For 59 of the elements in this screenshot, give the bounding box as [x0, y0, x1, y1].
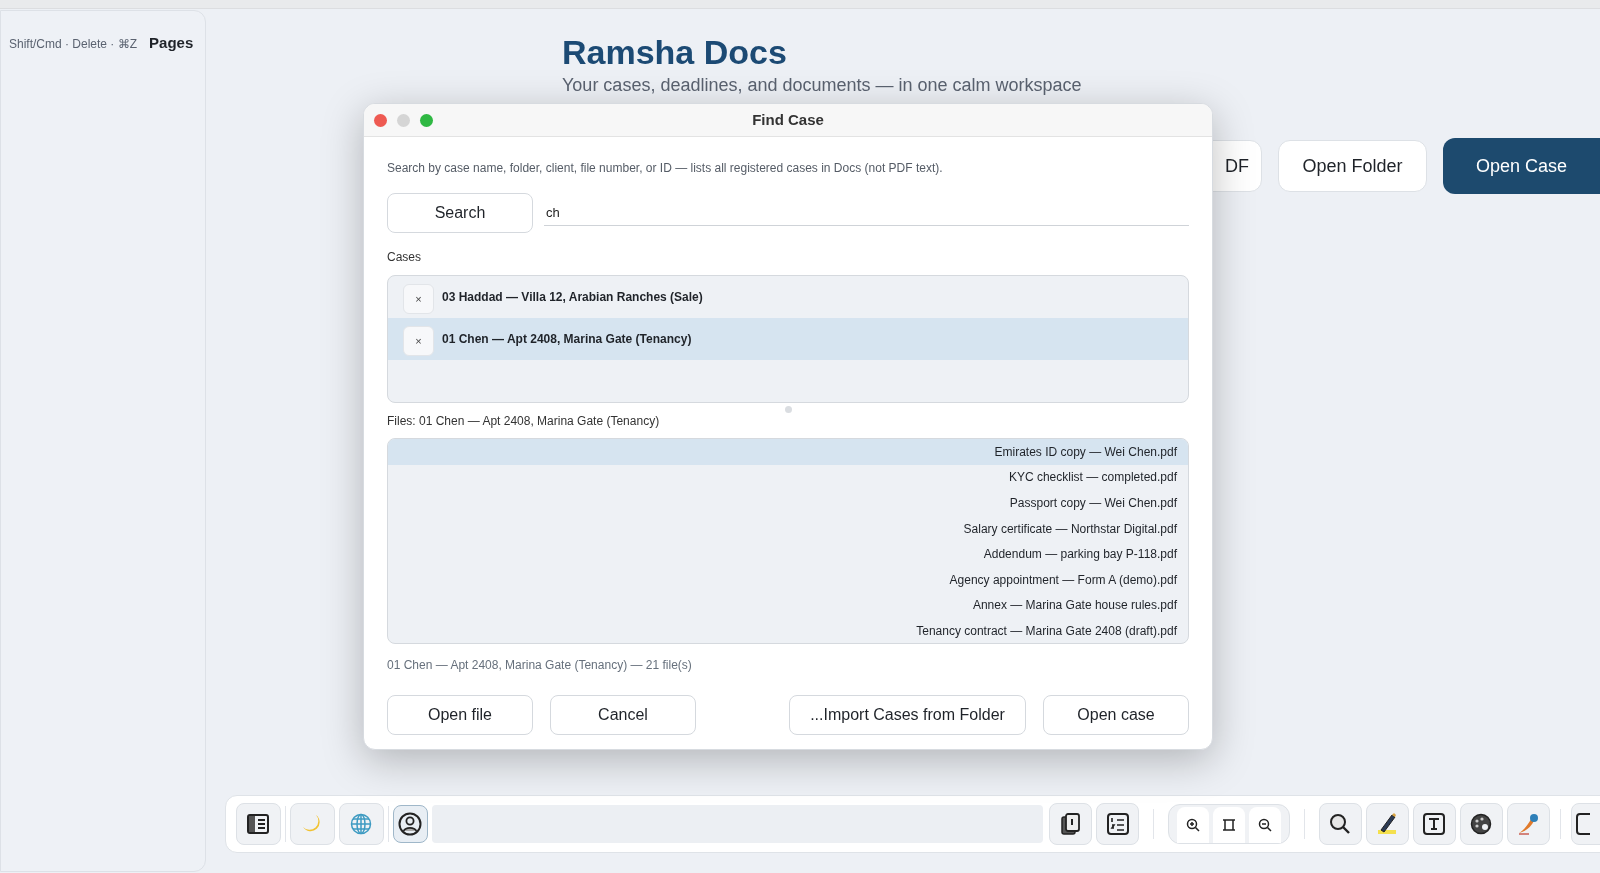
- search-button[interactable]: [1318, 803, 1362, 845]
- quill-icon: [1516, 812, 1541, 836]
- close-window-button[interactable]: [374, 114, 387, 127]
- remove-button[interactable]: ×: [403, 284, 434, 314]
- primary-button[interactable]: Open Case: [1443, 138, 1600, 194]
- pages-button[interactable]: [1049, 803, 1092, 845]
- sidebar-toggle-button[interactable]: [236, 803, 281, 845]
- search-field[interactable]: ch: [544, 200, 1189, 226]
- search-button[interactable]: Search: [387, 193, 533, 233]
- status-text: 01 Chen — Apt 2408, Marina Gate (Tenancy) — 21 file(s): [387, 657, 693, 674]
- file-row[interactable]: Salary certificate — Northstar Digital.pdf: [388, 515, 1188, 542]
- zoom-out-button[interactable]: [1249, 807, 1281, 843]
- text-tool-icon: [1423, 813, 1446, 835]
- file-row[interactable]: Passport copy — Wei Chen.pdf: [388, 490, 1188, 516]
- search-hint: Search by case name, folder, client, file number, or ID — lists all registered cases in Docs (not PDF text).: [387, 160, 944, 177]
- shortcut-hint: Shift/Cmd · Delete · ⌘Z: [9, 36, 138, 53]
- file-row[interactable]: Addendum — parking bay P-118.pdf: [388, 541, 1188, 567]
- file-row[interactable]: Emirates ID copy — Wei Chen.pdf: [388, 439, 1188, 465]
- file-row[interactable]: KYC checklist — completed.pdf: [388, 464, 1188, 491]
- fit-width-icon: [1222, 818, 1236, 832]
- device-icon: [1575, 813, 1590, 835]
- text-button[interactable]: [1412, 803, 1456, 845]
- remove-button[interactable]: ×: [403, 326, 434, 356]
- case-row[interactable]: × 01 Chen — Apt 2408, Marina Gate (Tenancy): [388, 318, 1188, 360]
- case-row[interactable]: × 03 Haddad — Villa 12, Arabian Ranches (Sale): [388, 276, 1188, 318]
- user-icon: [398, 812, 423, 836]
- file-row[interactable]: Annex — Marina Gate house rules.pdf: [388, 592, 1188, 619]
- dialog-button[interactable]: Cancel: [550, 695, 696, 735]
- dialog-button[interactable]: Open case: [1043, 695, 1189, 735]
- zoom-in-button[interactable]: [1177, 807, 1209, 843]
- account-button[interactable]: [392, 805, 428, 843]
- sidebar-icon: [247, 814, 270, 834]
- palette-button[interactable]: [1459, 803, 1503, 845]
- cases-label: Cases: [387, 249, 422, 266]
- secondary-button[interactable]: Open Folder: [1278, 140, 1427, 192]
- language-button[interactable]: [338, 803, 384, 845]
- dialog-button[interactable]: Open file: [387, 695, 533, 735]
- app-subtitle: Your cases, deadlines, and documents — in one calm workspace: [562, 73, 1082, 96]
- file-row[interactable]: Tenancy contract — Marina Gate 2408 (draft).pdf: [388, 618, 1188, 643]
- sidebar-title: Pages: [149, 33, 194, 53]
- highlight-button[interactable]: [1365, 803, 1409, 845]
- globe-icon: [350, 813, 373, 835]
- numbered-list-button[interactable]: [1096, 803, 1139, 845]
- case-name: 01 Chen — Apt 2408, Marina Gate (Tenancy): [442, 331, 692, 348]
- fit-button[interactable]: [1213, 807, 1245, 843]
- document-stack-icon: [1060, 813, 1081, 835]
- splitter-handle[interactable]: [784, 406, 792, 413]
- files-label: Files: 01 Chen — Apt 2408, Marina Gate (Tenancy): [387, 413, 661, 430]
- app-title: Ramsha Docs: [562, 32, 788, 73]
- dialog-title: Find Case: [752, 109, 824, 130]
- case-name: 03 Haddad — Villa 12, Arabian Ranches (Sale): [442, 289, 703, 306]
- search-icon: [1329, 813, 1352, 835]
- dialog-button[interactable]: ...Import Cases from Folder: [789, 695, 1026, 735]
- zoom-in-icon: [1186, 818, 1200, 832]
- palette-icon: [1470, 813, 1493, 835]
- zoom-out-icon: [1258, 818, 1272, 832]
- sign-button[interactable]: [1506, 803, 1550, 845]
- file-row[interactable]: Agency appointment — Form A (demo).pdf: [388, 566, 1188, 593]
- numbered-list-icon: [1106, 813, 1129, 835]
